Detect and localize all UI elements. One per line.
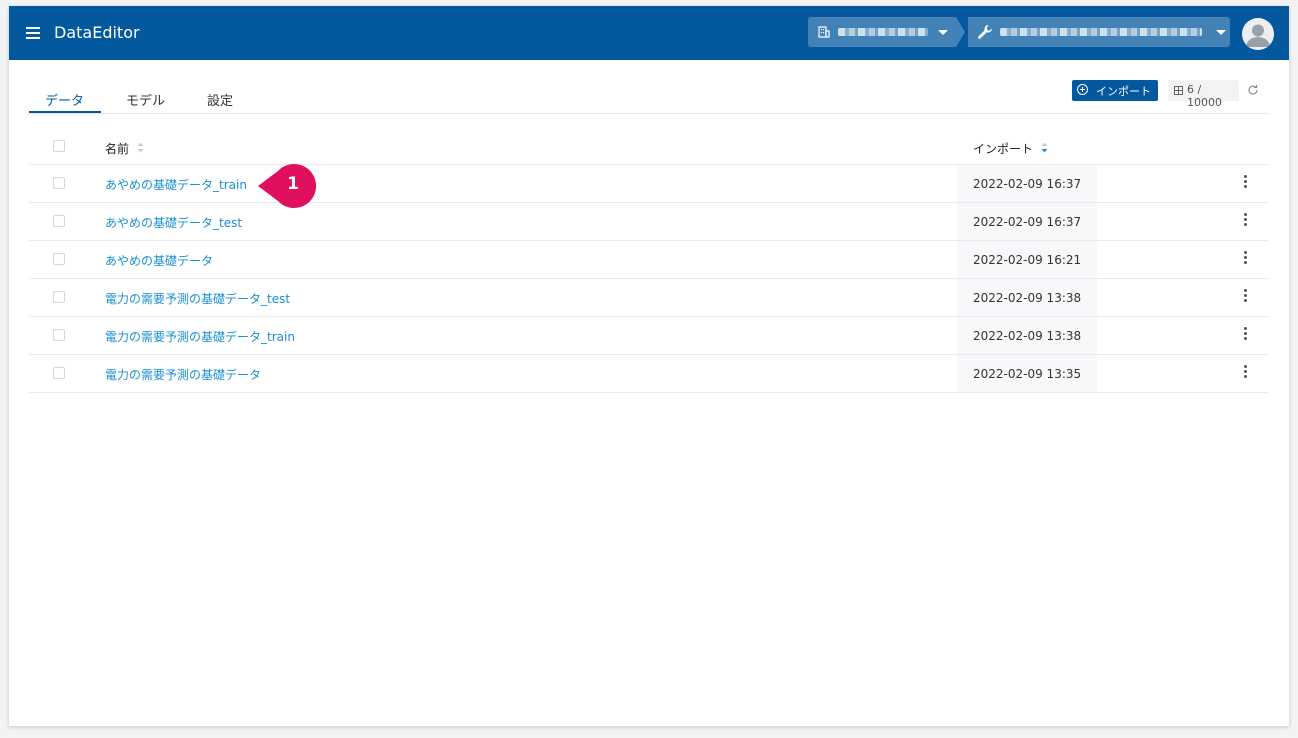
sort-desc-icon[interactable] (1041, 142, 1048, 153)
dataset-name-link[interactable]: 電力の需要予測の基礎データ_train (105, 328, 295, 345)
sort-icon[interactable] (137, 142, 144, 153)
quota-value: 6 / 10000 (1187, 83, 1222, 109)
row-checkbox[interactable] (53, 215, 65, 227)
add-circle-icon (1077, 84, 1088, 95)
wrench-icon (978, 25, 992, 39)
more-options-icon[interactable] (1241, 251, 1249, 265)
user-avatar[interactable] (1242, 18, 1274, 50)
more-options-icon[interactable] (1241, 327, 1249, 341)
table-row[interactable]: あやめの基礎データ_test 2022-02-09 16:37 (29, 203, 1269, 241)
refresh-icon[interactable] (1247, 84, 1259, 96)
more-options-icon[interactable] (1241, 289, 1249, 303)
import-date: 2022-02-09 13:38 (973, 291, 1082, 305)
select-all-checkbox[interactable] (53, 140, 65, 152)
more-options-icon[interactable] (1241, 365, 1249, 379)
table-icon (1174, 86, 1183, 95)
dataset-table: 名前 インポート あやめの基礎データ_train 2022-02-09 16:3… (29, 130, 1269, 393)
import-date: 2022-02-09 16:37 (973, 215, 1082, 229)
row-checkbox[interactable] (53, 291, 65, 303)
chevron-down-icon (938, 30, 948, 35)
more-options-icon[interactable] (1241, 175, 1249, 189)
app-window: DataEditor データ モデル 設定 インポート 6 / 10000 名前… (9, 6, 1289, 726)
table-row[interactable]: あやめの基礎データ_train 2022-02-09 16:37 (29, 165, 1269, 203)
dataset-name-link[interactable]: あやめの基礎データ_train (105, 176, 247, 193)
import-date: 2022-02-09 16:21 (973, 253, 1082, 267)
table-row[interactable]: 電力の需要予測の基礎データ 2022-02-09 13:35 (29, 355, 1269, 393)
import-button-label: インポート (1096, 85, 1151, 98)
dataset-name-link[interactable]: あやめの基礎データ_test (105, 214, 242, 231)
row-checkbox[interactable] (53, 329, 65, 341)
dataset-name-link[interactable]: あやめの基礎データ (105, 252, 213, 269)
tab-model[interactable]: モデル (126, 90, 165, 113)
building-icon (818, 26, 830, 38)
app-title: DataEditor (54, 23, 140, 42)
table-row[interactable]: あやめの基礎データ 2022-02-09 16:21 (29, 241, 1269, 279)
active-tab-indicator (29, 111, 101, 113)
organization-selector[interactable] (808, 17, 956, 47)
tab-settings[interactable]: 設定 (207, 90, 233, 113)
more-options-icon[interactable] (1241, 213, 1249, 227)
top-bar: DataEditor (9, 6, 1289, 60)
import-date: 2022-02-09 13:35 (973, 367, 1082, 381)
column-header-name[interactable]: 名前 (105, 140, 129, 157)
dataset-name-link[interactable]: 電力の需要予測の基礎データ (105, 366, 261, 383)
project-selector[interactable] (968, 17, 1230, 47)
breadcrumb-separator (956, 17, 965, 47)
project-name-obscured (1000, 28, 1202, 36)
table-row[interactable]: 電力の需要予測の基礎データ_test 2022-02-09 13:38 (29, 279, 1269, 317)
row-checkbox[interactable] (53, 367, 65, 379)
dataset-quota-badge: 6 / 10000 (1168, 80, 1239, 109)
column-header-import[interactable]: インポート (973, 140, 1033, 157)
dataset-name-link[interactable]: 電力の需要予測の基礎データ_test (105, 290, 290, 307)
import-date: 2022-02-09 16:37 (973, 177, 1082, 191)
step-number: 1 (287, 174, 299, 194)
tab-data[interactable]: データ (45, 90, 84, 113)
import-date: 2022-02-09 13:38 (973, 329, 1082, 343)
row-checkbox[interactable] (53, 177, 65, 189)
table-header: 名前 インポート (29, 130, 1269, 165)
import-button[interactable]: インポート (1072, 80, 1158, 101)
chevron-down-icon (1216, 30, 1226, 35)
organization-name-obscured (838, 28, 928, 36)
row-checkbox[interactable] (53, 253, 65, 265)
hamburger-menu-icon[interactable] (26, 27, 40, 39)
table-row[interactable]: 電力の需要予測の基礎データ_train 2022-02-09 13:38 (29, 317, 1269, 355)
user-icon (1242, 18, 1274, 50)
